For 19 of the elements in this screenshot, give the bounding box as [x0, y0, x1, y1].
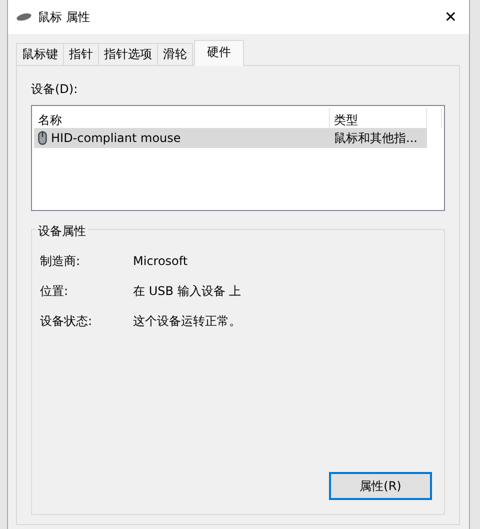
device-name: HID-compliant mouse — [51, 130, 181, 147]
list-row-name-cell[interactable]: HID-compliant mouse — [34, 128, 330, 148]
tab[interactable]: 鼠标键 — [16, 43, 64, 65]
list-row-type-cell[interactable]: 鼠标和其他指... — [330, 128, 427, 148]
tab[interactable]: 滑轮 — [157, 43, 193, 65]
tab[interactable]: 硬件 — [194, 40, 244, 66]
mouse-icon — [38, 131, 47, 145]
mouse-icon — [16, 13, 32, 21]
field-value: 这个设备运转正常。 — [133, 313, 241, 330]
window-title: 鼠标 属性 — [38, 9, 90, 26]
devices-label: 设备(D): — [31, 81, 79, 98]
properties-button[interactable]: 属性(R) — [329, 472, 432, 500]
field-label: 设备状态: — [40, 313, 94, 330]
group-title: 设备属性 — [36, 222, 88, 240]
field-label: 制造商: — [40, 253, 82, 270]
field-value: Microsoft — [133, 253, 188, 270]
field-value: 在 USB 输入设备 上 — [133, 283, 242, 300]
close-button[interactable]: ✕ — [440, 10, 461, 24]
field-label: 位置: — [40, 283, 70, 300]
